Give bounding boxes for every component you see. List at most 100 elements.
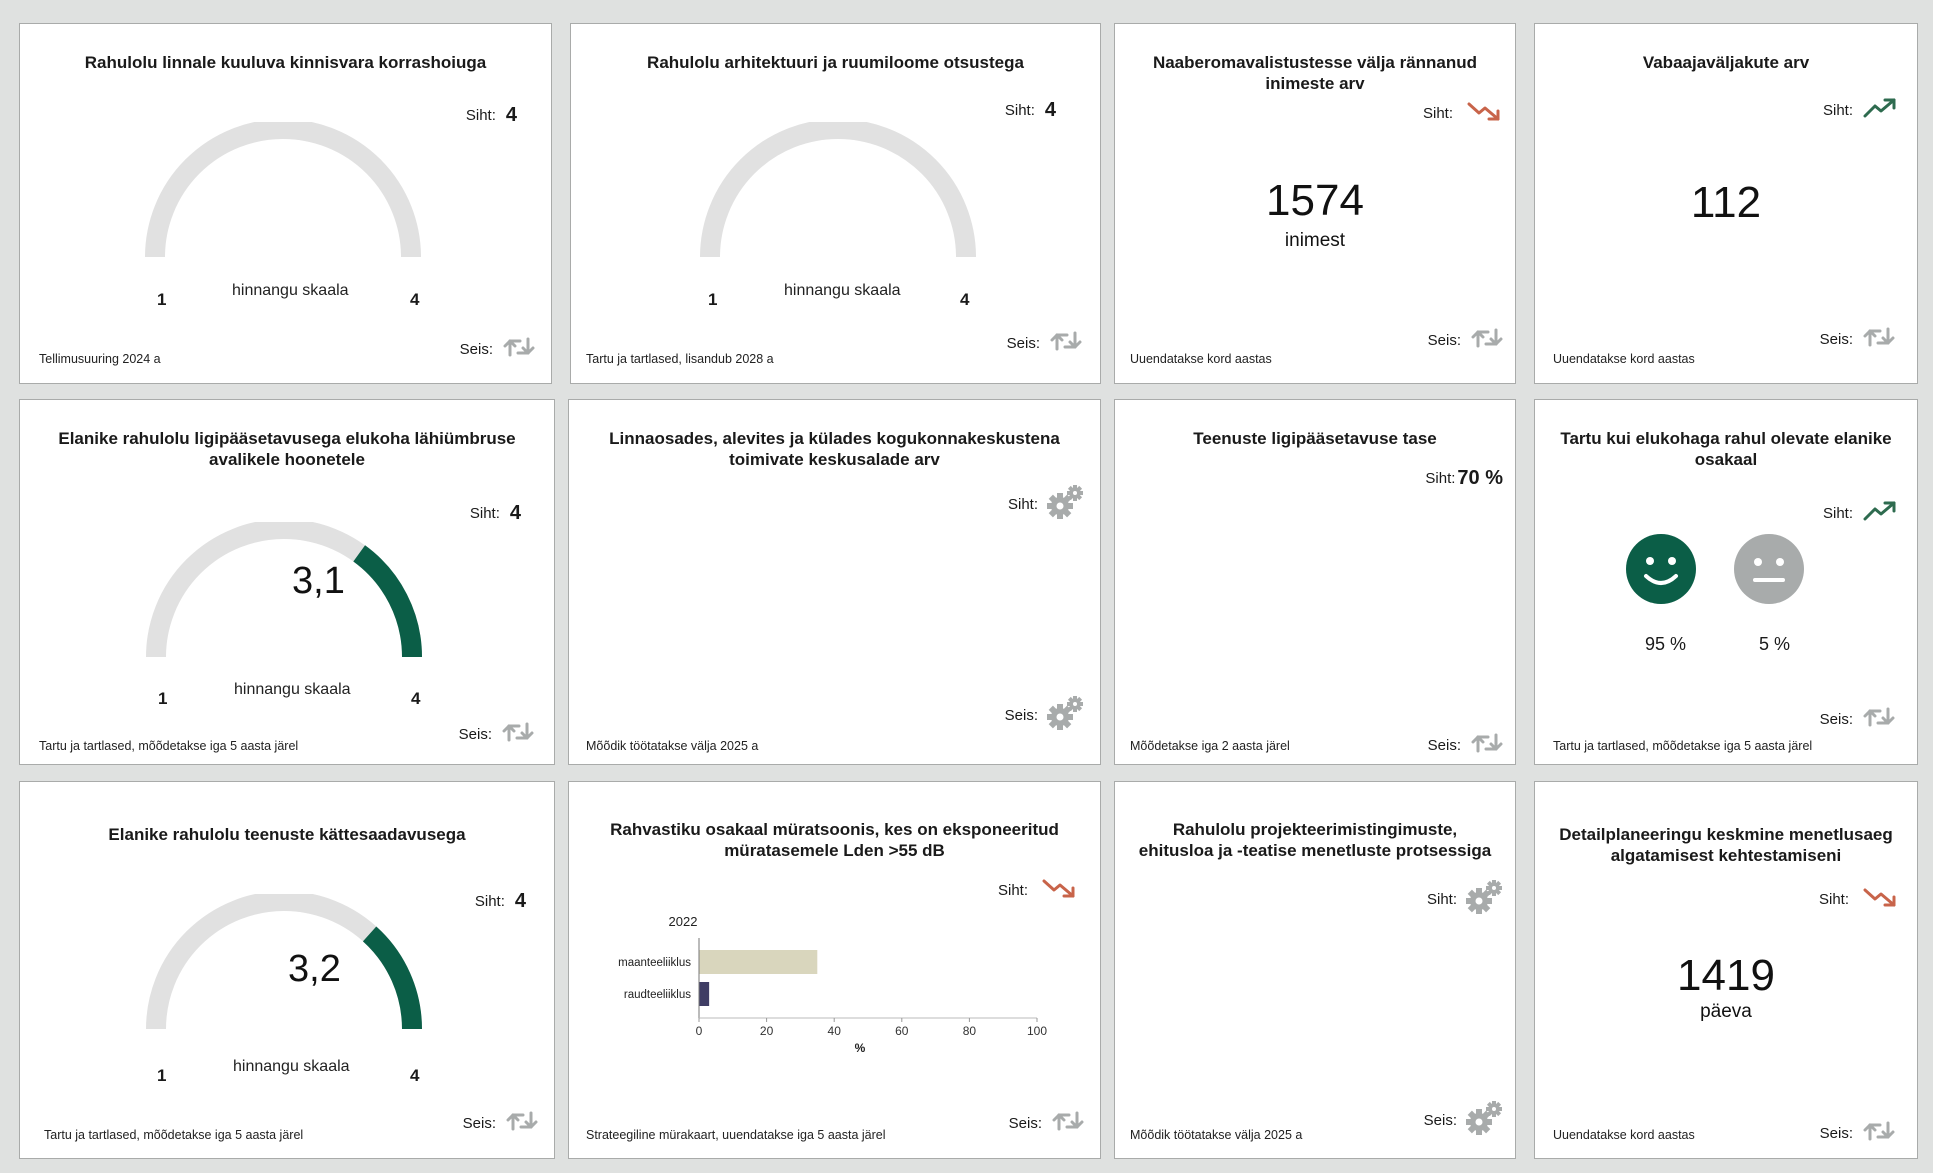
gauge-fill bbox=[362, 926, 422, 1030]
target: Siht: bbox=[1823, 500, 1897, 526]
gauge-min: 1 bbox=[157, 1066, 167, 1085]
x-axis-title: % bbox=[855, 1041, 866, 1055]
card-elukohaga-rahul: Tartu kui elukohaga rahul olevate elanik… bbox=[1534, 399, 1918, 765]
card-note: Uuendatakse kord aastas bbox=[1553, 1128, 1695, 1142]
gauge-min: 1 bbox=[157, 290, 167, 309]
target: Siht: bbox=[1008, 484, 1084, 524]
target-value: 4 bbox=[505, 104, 517, 126]
target-label: Siht: bbox=[465, 107, 496, 124]
rating-gauge: 1 hinnangu skaala 4 bbox=[688, 122, 988, 322]
target: Siht: 4 bbox=[466, 104, 517, 127]
target-label: Siht: bbox=[1422, 104, 1453, 122]
status: Seis: bbox=[459, 720, 536, 748]
card-teenuste-ligipaasetavus: Teenuste ligipääsetavuse tase Siht: 70 %… bbox=[1114, 399, 1516, 765]
x-tick-label: 80 bbox=[963, 1024, 977, 1038]
indicator-value: 1419 bbox=[1677, 951, 1775, 1000]
target: Siht: bbox=[1823, 97, 1897, 123]
target-label: Siht: bbox=[1426, 890, 1457, 908]
x-tick-label: 20 bbox=[760, 1024, 774, 1038]
card-title: Teenuste ligipääsetavuse tase bbox=[1193, 429, 1437, 448]
card-kinnisvara-korrashoid: Rahulolu linnale kuuluva kinnisvara korr… bbox=[19, 23, 552, 384]
refresh-icon bbox=[500, 720, 536, 748]
card-note: Mõõdik töötatakse välja 2025 a bbox=[586, 739, 759, 753]
target: Siht: 4 bbox=[475, 890, 526, 913]
settings-gears-icon bbox=[1465, 879, 1503, 919]
target-value: 4 bbox=[509, 502, 521, 524]
target-value: 4 bbox=[514, 890, 526, 912]
refresh-icon bbox=[501, 335, 537, 363]
status: Seis: bbox=[1007, 329, 1084, 357]
card-detailplaneeringu-menetlusaeg: Detailplaneeringu keskmine menetlusaeg a… bbox=[1534, 781, 1918, 1159]
gauge-fill bbox=[353, 545, 422, 658]
status-label: Seis: bbox=[1423, 1111, 1457, 1129]
status-label: Seis: bbox=[1004, 706, 1038, 724]
status: Seis: bbox=[1009, 1109, 1086, 1137]
refresh-icon bbox=[1469, 326, 1505, 354]
card-note: Tartu ja tartlased, mõõdetakse iga 5 aas… bbox=[44, 1128, 304, 1142]
x-tick-label: 60 bbox=[895, 1024, 909, 1038]
settings-gears-icon bbox=[1046, 484, 1084, 524]
status: Seis: bbox=[1820, 325, 1897, 353]
card-title: Rahvastiku osakaal müratsoonis, kes on e… bbox=[610, 820, 1059, 860]
card-note: Uuendatakse kord aastas bbox=[1553, 352, 1695, 366]
status-label: Seis: bbox=[1819, 330, 1853, 348]
indicator-value: 1574 bbox=[1266, 176, 1364, 225]
status: Seis: bbox=[463, 1109, 540, 1137]
refresh-icon bbox=[1861, 1119, 1897, 1147]
trend-down-icon bbox=[1863, 886, 1897, 912]
card-teenuste-kattesaadavus: Elanike rahulolu teenuste kättesaadavuse… bbox=[19, 781, 555, 1159]
trend-down-icon bbox=[1467, 100, 1501, 126]
gauge-max: 4 bbox=[410, 1066, 420, 1085]
status-label: Seis: bbox=[1819, 1124, 1853, 1142]
target-label: Siht: bbox=[1822, 101, 1853, 119]
gauge-scale-label: hinnangu skaala bbox=[232, 282, 349, 299]
card-vabaajavaljakud: Vabaajaväljakute arv Siht: 112 Seis: Uue… bbox=[1534, 23, 1918, 384]
settings-gears-icon bbox=[1465, 1100, 1503, 1140]
target-label: Siht: bbox=[1425, 470, 1456, 487]
target: Siht: 4 bbox=[1005, 99, 1056, 122]
card-menetluste-rahulolu: Rahulolu projekteerimistingimuste, ehitu… bbox=[1114, 781, 1516, 1159]
card-mura-osakaal: Rahvastiku osakaal müratsoonis, kes on e… bbox=[568, 781, 1101, 1159]
x-tick-label: 40 bbox=[828, 1024, 842, 1038]
settings-gears-icon bbox=[1046, 695, 1084, 735]
target: Siht: 70 % bbox=[1425, 467, 1503, 490]
neutral-face-icon bbox=[1734, 534, 1804, 609]
gauge-value: 3,1 bbox=[292, 560, 345, 602]
gauge-min: 1 bbox=[158, 689, 168, 708]
status-label: Seis: bbox=[1819, 710, 1853, 728]
status: Seis: bbox=[1820, 1119, 1897, 1147]
x-tick-label: 100 bbox=[1027, 1024, 1047, 1038]
card-title: Tartu kui elukohaga rahul olevate elanik… bbox=[1560, 429, 1892, 469]
gauge-arc bbox=[146, 522, 422, 658]
status: Seis: bbox=[1428, 326, 1505, 354]
target: Siht: bbox=[1819, 886, 1897, 912]
target: Siht: bbox=[998, 877, 1076, 903]
status-label: Seis: bbox=[1006, 334, 1040, 352]
status: Seis: bbox=[460, 335, 537, 363]
gauge-value: 3,2 bbox=[288, 948, 341, 990]
target: Siht: bbox=[1427, 879, 1503, 919]
noise-bar-chart: 2022 maanteeliiklus raudteeliiklus 0 20 40 60 8… bbox=[618, 914, 1047, 1055]
bar-maanteeliiklus bbox=[699, 950, 818, 974]
refresh-icon bbox=[504, 1109, 540, 1137]
card-ligipaasetavus-hoonetele: Elanike rahulolu ligipääsetavusega eluko… bbox=[19, 399, 555, 765]
gauge-arc bbox=[700, 122, 976, 258]
target-label: Siht: bbox=[469, 505, 500, 522]
indicator-value: 112 bbox=[1690, 178, 1762, 227]
card-note: Tellimusuuring 2024 a bbox=[39, 352, 161, 366]
card-title: Rahulolu arhitektuuri ja ruumiloome otsu… bbox=[647, 53, 1024, 72]
card-note: Mõõdetakse iga 2 aasta järel bbox=[1130, 739, 1290, 753]
gauge-arc bbox=[146, 894, 422, 1030]
category-label: raudteeliiklus bbox=[624, 989, 691, 1001]
target-label: Siht: bbox=[474, 893, 505, 910]
card-title: Naaberomavalistustesse välja rännanud in… bbox=[1152, 53, 1478, 93]
gauge-scale-label: hinnangu skaala bbox=[233, 1058, 350, 1075]
target: Siht: 4 bbox=[470, 502, 521, 525]
gauge-max: 4 bbox=[960, 290, 970, 309]
target-value: 70 % bbox=[1457, 467, 1503, 489]
bar-raudteeliiklus bbox=[699, 982, 710, 1006]
x-tick-label: 0 bbox=[696, 1024, 703, 1038]
gauge-max: 4 bbox=[410, 290, 420, 309]
card-note: Tartu ja tartlased, mõõdetakse iga 5 aas… bbox=[39, 739, 299, 753]
happy-share: 95 % bbox=[1645, 634, 1687, 654]
